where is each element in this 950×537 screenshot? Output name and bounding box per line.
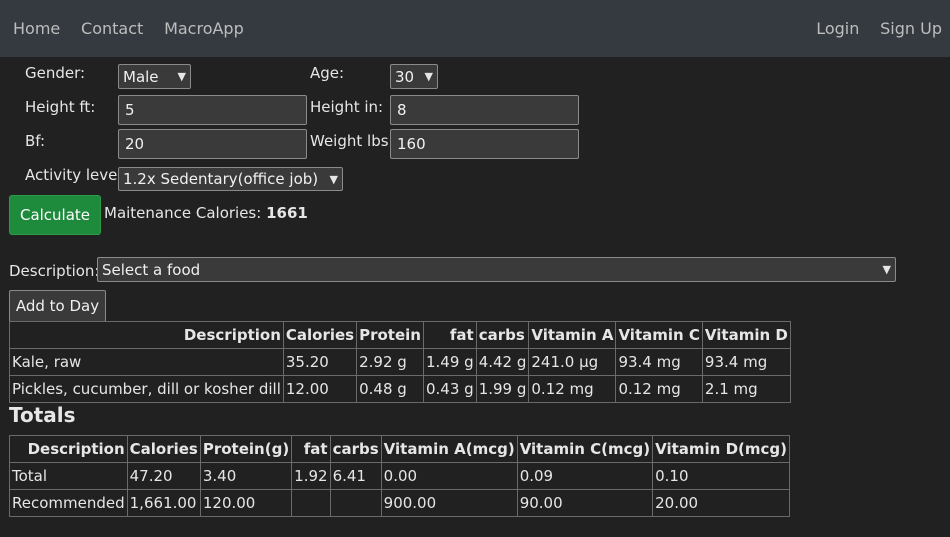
table-cell: 900.00 xyxy=(380,489,518,517)
totals-header-carbs: carbs xyxy=(329,435,382,463)
food-select[interactable]: Select a food ▼ xyxy=(97,257,896,282)
table-cell: 0.09 xyxy=(516,462,654,490)
totals-header-row: Description Calories Protein(g) fat carb… xyxy=(9,435,790,463)
totals-header-vitamin-c: Vitamin C(mcg) xyxy=(516,435,654,463)
bf-label: Bf: xyxy=(25,132,46,150)
chevron-down-icon: ▼ xyxy=(177,70,186,83)
table-cell: 20.00 xyxy=(652,489,790,517)
gender-select[interactable]: Male ▼ xyxy=(118,64,191,89)
table-row: Total 47.20 3.40 1.92 6.41 0.00 0.09 0.1… xyxy=(9,462,790,490)
table-cell: 3.40 xyxy=(199,462,293,490)
age-label: Age: xyxy=(310,64,345,82)
food-table: Description Calories Protein fat carbs V… xyxy=(9,321,791,403)
table-cell: 4.42 g xyxy=(475,348,530,376)
chevron-down-icon: ▼ xyxy=(329,172,338,186)
totals-header-vitamin-a: Vitamin A(mcg) xyxy=(380,435,518,463)
maintenance-calories: Maitenance Calories: 1661 xyxy=(104,204,308,222)
table-cell: 120.00 xyxy=(199,489,293,517)
table-cell: 0.10 xyxy=(652,462,790,490)
nav-contact-link[interactable]: Contact xyxy=(81,19,143,38)
table-cell: 93.4 mg xyxy=(701,348,791,376)
table-cell: Total xyxy=(9,462,128,490)
totals-table: Description Calories Protein(g) fat carb… xyxy=(9,435,790,517)
food-table-header-row: Description Calories Protein fat carbs V… xyxy=(9,321,791,349)
table-cell: 1.92 xyxy=(291,462,331,490)
activity-label: Activity level: xyxy=(25,166,127,184)
weight-label: Weight lbs: xyxy=(310,132,394,150)
calculate-button[interactable]: Calculate xyxy=(9,195,101,235)
totals-heading: Totals xyxy=(9,403,76,427)
table-cell: Pickles, cucumber, dill or kosher dill xyxy=(9,375,284,403)
height-ft-label: Height ft: xyxy=(25,98,96,116)
food-header-fat: fat xyxy=(422,321,477,349)
chevron-down-icon: ▼ xyxy=(424,70,433,83)
bf-input[interactable]: 20 xyxy=(118,129,307,159)
totals-header-vitamin-d: Vitamin D(mcg) xyxy=(652,435,790,463)
totals-header-calories: Calories xyxy=(126,435,201,463)
food-header-vitamin-d: Vitamin D xyxy=(701,321,791,349)
chevron-down-icon: ▼ xyxy=(882,263,891,276)
food-header-carbs: carbs xyxy=(475,321,530,349)
table-row: Recommended 1,661.00 120.00 900.00 90.00… xyxy=(9,489,790,517)
height-ft-input[interactable]: 5 xyxy=(118,95,307,125)
table-cell: 2.92 g xyxy=(356,348,424,376)
weight-input[interactable]: 160 xyxy=(390,129,579,159)
table-cell: 12.00 xyxy=(282,375,358,403)
table-cell: 0.12 mg xyxy=(528,375,617,403)
maintenance-label: Maitenance Calories: xyxy=(104,204,262,222)
table-cell: Kale, raw xyxy=(9,348,284,376)
table-cell xyxy=(329,489,382,517)
nav-home-link[interactable]: Home xyxy=(13,19,60,38)
table-cell: 6.41 xyxy=(329,462,382,490)
nav-signup-link[interactable]: Sign Up xyxy=(880,19,942,38)
table-cell xyxy=(291,489,331,517)
table-cell: 93.4 mg xyxy=(615,348,703,376)
age-select[interactable]: 30 ▼ xyxy=(390,64,438,89)
gender-label: Gender: xyxy=(25,64,86,82)
nav-login-link[interactable]: Login xyxy=(816,19,859,38)
table-cell: 35.20 xyxy=(282,348,358,376)
navbar: Home Contact MacroApp Login Sign Up xyxy=(0,0,950,57)
table-cell: 0.43 g xyxy=(422,375,477,403)
table-row: Kale, raw 35.20 2.92 g 1.49 g 4.42 g 241… xyxy=(9,348,791,376)
table-cell: Recommended xyxy=(9,489,128,517)
food-header-vitamin-c: Vitamin C xyxy=(615,321,703,349)
activity-select-value: 1.2x Sedentary(office job) xyxy=(123,170,319,188)
food-header-vitamin-a: Vitamin A xyxy=(528,321,617,349)
food-select-value: Select a food xyxy=(102,260,201,279)
food-header-description: Description xyxy=(9,321,284,349)
activity-select[interactable]: 1.2x Sedentary(office job) ▼ xyxy=(118,167,343,191)
table-cell: 0.12 mg xyxy=(615,375,703,403)
table-cell: 1.49 g xyxy=(422,348,477,376)
nav-right: Login Sign Up xyxy=(816,19,942,38)
totals-header-protein: Protein(g) xyxy=(199,435,293,463)
gender-select-value: Male xyxy=(123,67,159,86)
height-in-input[interactable]: 8 xyxy=(390,95,579,125)
add-to-day-button[interactable]: Add to Day xyxy=(9,290,106,322)
height-in-label: Height in: xyxy=(310,98,384,116)
food-description-label: Description: xyxy=(9,262,100,280)
table-cell: 47.20 xyxy=(126,462,201,490)
table-cell: 0.00 xyxy=(380,462,518,490)
table-cell: 1,661.00 xyxy=(126,489,201,517)
totals-header-description: Description xyxy=(9,435,128,463)
food-header-calories: Calories xyxy=(282,321,358,349)
table-cell: 0.48 g xyxy=(356,375,424,403)
nav-left: Home Contact MacroApp xyxy=(13,19,260,38)
totals-header-fat: fat xyxy=(291,435,331,463)
age-select-value: 30 xyxy=(395,67,415,86)
maintenance-value: 1661 xyxy=(266,204,308,222)
nav-macroapp-link[interactable]: MacroApp xyxy=(164,19,244,38)
table-cell: 1.99 g xyxy=(475,375,530,403)
table-row: Pickles, cucumber, dill or kosher dill 1… xyxy=(9,375,791,403)
food-header-protein: Protein xyxy=(356,321,424,349)
table-cell: 241.0 µg xyxy=(528,348,617,376)
table-cell: 90.00 xyxy=(516,489,654,517)
table-cell: 2.1 mg xyxy=(701,375,791,403)
